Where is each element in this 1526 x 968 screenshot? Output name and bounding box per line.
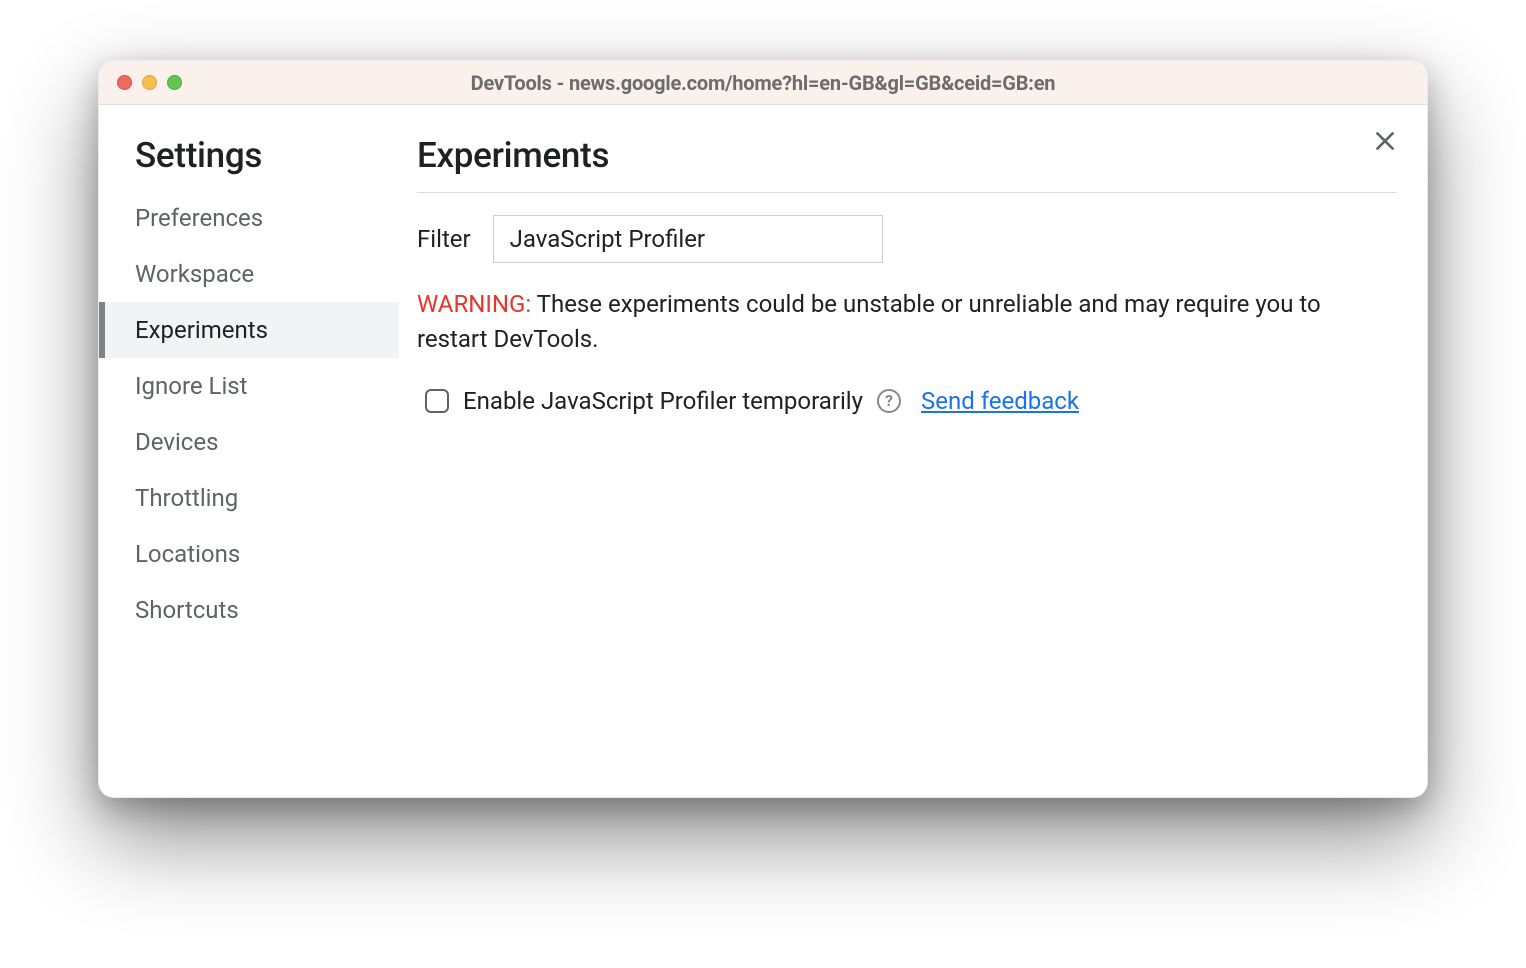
close-icon [1372,128,1398,154]
help-icon[interactable]: ? [877,389,901,413]
window-close-button[interactable] [117,75,132,90]
sidebar-item-shortcuts[interactable]: Shortcuts [99,582,399,638]
warning-body: These experiments could be unstable or u… [417,290,1321,353]
sidebar-item-devices[interactable]: Devices [99,414,399,470]
sidebar-item-label: Locations [135,540,240,568]
sidebar-item-locations[interactable]: Locations [99,526,399,582]
sidebar-item-label: Workspace [135,260,254,288]
experiments-warning: WARNING: These experiments could be unst… [417,273,1397,367]
window-title: DevTools - news.google.com/home?hl=en-GB… [471,71,1056,95]
sidebar-item-label: Throttling [135,484,238,512]
sidebar-item-throttling[interactable]: Throttling [99,470,399,526]
send-feedback-link[interactable]: Send feedback [921,387,1079,415]
window-minimize-button[interactable] [142,75,157,90]
settings-sidebar: Settings Preferences Workspace Experimen… [99,105,399,797]
filter-row: Filter [417,193,1397,273]
panel-title: Experiments [417,135,1397,193]
sidebar-item-preferences[interactable]: Preferences [99,190,399,246]
experiment-label: Enable JavaScript Profiler temporarily [463,387,863,415]
devtools-window: DevTools - news.google.com/home?hl=en-GB… [98,60,1428,798]
filter-input[interactable] [493,215,883,263]
close-settings-button[interactable] [1371,127,1399,155]
sidebar-item-label: Ignore List [135,372,248,400]
sidebar-item-ignore-list[interactable]: Ignore List [99,358,399,414]
window-titlebar: DevTools - news.google.com/home?hl=en-GB… [99,61,1427,105]
sidebar-item-label: Preferences [135,204,263,232]
filter-label: Filter [417,225,471,253]
sidebar-item-label: Experiments [135,316,268,344]
window-zoom-button[interactable] [167,75,182,90]
sidebar-item-experiments[interactable]: Experiments [99,302,399,358]
sidebar-title: Settings [99,135,399,190]
traffic-lights [99,75,182,90]
settings-panel: Experiments Filter WARNING: These experi… [399,105,1427,797]
sidebar-item-label: Devices [135,428,218,456]
warning-prefix: WARNING: [417,290,531,318]
sidebar-item-label: Shortcuts [135,596,239,624]
experiment-checkbox[interactable] [425,389,449,413]
sidebar-item-workspace[interactable]: Workspace [99,246,399,302]
window-content: Settings Preferences Workspace Experimen… [99,105,1427,797]
experiment-row: Enable JavaScript Profiler temporarily ?… [417,367,1397,415]
